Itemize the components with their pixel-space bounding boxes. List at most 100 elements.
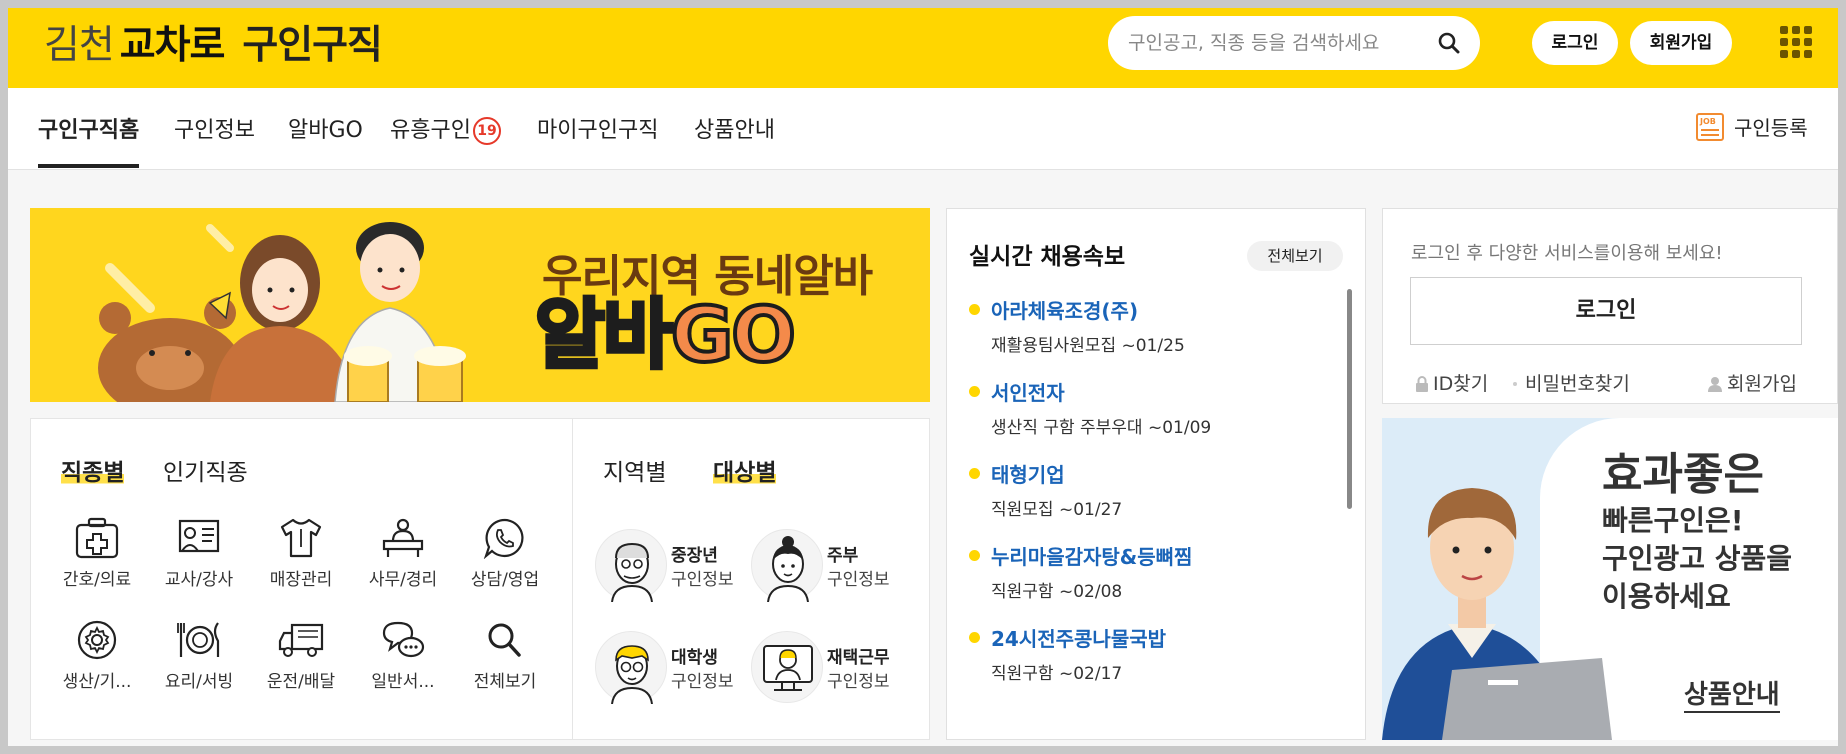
realtime-scrollbar[interactable] [1347,289,1352,509]
company-name[interactable]: 누리마을감자탕&등뼈찜 [991,541,1192,570]
category-consulting-sales[interactable]: 상담/영업 [455,517,555,590]
nav-item-products[interactable]: 상품안내 [694,112,775,164]
job-icon-text: JOB [1700,117,1716,126]
category-label: 매장관리 [269,570,333,590]
job-summary: 직원모집 ~01/27 [991,500,1123,520]
find-password-link[interactable]: 비밀번호찾기 [1513,369,1630,396]
target-housewife[interactable]: 주부 구인정보 [751,529,901,603]
job-summary: 직원구함 ~02/08 [991,582,1123,602]
albago-banner[interactable]: 우리지역 동네알바 알바GO [30,208,930,402]
product-ad-banner[interactable]: 효과좋은 빠른구인은! 구인광고 상품을 이용하세요 상품안내 [1382,418,1838,740]
office-desk-icon [382,518,424,557]
lock-icon [1416,376,1428,392]
tab-region[interactable]: 지역별 [603,453,666,487]
realtime-title: 실시간 채용속보 [969,244,1126,270]
target-title: 주부 [827,546,859,566]
gear-icon [77,620,117,660]
phone-chat-icon [483,518,524,559]
ad-line-3: 구인광고 상품을 [1602,542,1793,575]
realtime-view-all-button[interactable]: 전체보기 [1247,241,1343,271]
nav-item-label: 구인구직홈 [38,118,140,143]
target-title: 중장년 [671,546,718,566]
ad-line-4: 이용하세요 [1602,580,1731,613]
join-label: 회원가입 [1727,373,1797,395]
target-middle-aged[interactable]: 중장년 구인정보 [595,529,745,603]
site-logo[interactable]: 김천 교차로 구인구직 [44,23,383,68]
header-login-button[interactable]: 로그인 [1532,21,1618,65]
ad-products-link[interactable]: 상품안내 [1684,674,1780,713]
nav-item-jobs[interactable]: 구인정보 [174,112,255,164]
nav-item-label: 마이구인구직 [537,118,659,143]
bullet-dot [969,550,980,561]
logo-service: 구인구직 [242,23,383,68]
company-name[interactable]: 아라체육조경(주) [991,295,1138,324]
search-input[interactable] [1128,28,1428,58]
category-label: 전체보기 [473,672,537,692]
target-title: 재택근무 [827,648,890,668]
tab-job-type[interactable]: 직종별 [61,453,125,487]
search-icon [488,623,521,657]
category-label: 일반서... [371,672,435,692]
target-sub: 구인정보 [827,672,890,692]
nav-item-my-page[interactable]: 마이구인구직 [537,112,658,164]
target-sub: 구인정보 [671,672,734,692]
login-button[interactable]: 로그인 [1410,277,1802,345]
job-summary: 생산직 구함 주부우대 ~01/09 [991,418,1212,438]
age-19-badge: 19 [472,117,501,145]
category-office[interactable]: 사무/경리 [353,517,453,590]
search-icon[interactable] [1438,32,1460,54]
nav-item-albago[interactable]: 알바GO [288,112,363,164]
job-summary: 직원구함 ~02/17 [991,664,1123,684]
company-name[interactable]: 서인전자 [991,377,1065,406]
target-college-student[interactable]: 대학생 구인정보 [595,631,745,705]
category-cooking-serving[interactable]: 요리/서빙 [149,619,249,692]
target-sub: 구인정보 [671,570,734,590]
login-panel: 로그인 후 다양한 서비스를이용해 보세요! 로그인 ID찾기 비밀번호찾기 회… [1382,208,1838,404]
bullet-dot [969,632,980,643]
remote-work-avatar-icon [751,631,823,703]
app-grid-menu-icon[interactable] [1780,26,1812,58]
logo-city: 김천 [44,23,115,68]
find-id-label: ID찾기 [1433,373,1489,395]
job-post-icon: JOB [1696,113,1724,141]
login-message: 로그인 후 다양한 서비스를이용해 보세요! [1411,243,1723,264]
banner-illustration [98,222,466,402]
category-general-service[interactable]: 일반서... [353,619,453,692]
job-register-link[interactable]: JOB 구인등록 [1696,112,1808,141]
category-driving-delivery[interactable]: 운전/배달 [251,619,351,692]
category-label: 간호/의료 [62,570,132,590]
main-nav: 구인구직홈 구인정보 알바GO 유흥구인 19 마이구인구직 상품안내 JOB 구… [8,88,1838,170]
ad-line-2: 빠른구인은! [1602,504,1744,537]
category-panel: 직종별 인기직종 간호/의료 교사/강사 매장관리 사무/경리 상담/영업 생산… [30,418,930,740]
top-bar: 김천교차로 구인구직 로그인 회원가입 [8,8,1838,88]
nav-item-adult-jobs[interactable]: 유흥구인 19 [390,112,501,164]
tab-target[interactable]: 대상별 [713,453,777,487]
category-teacher[interactable]: 교사/강사 [149,517,249,590]
bullet-dot [969,468,980,479]
category-label: 운전/배달 [266,672,336,692]
tab-popular-jobs[interactable]: 인기직종 [163,453,248,487]
category-label: 요리/서빙 [164,672,234,692]
category-production[interactable]: 생산/기... [47,619,147,692]
user-icon [1708,377,1722,392]
category-label: 교사/강사 [164,570,234,590]
target-sub: 구인정보 [827,570,890,590]
category-nursing-medical[interactable]: 간호/의료 [47,517,147,590]
join-link[interactable]: 회원가입 [1707,369,1797,396]
category-store-management[interactable]: 매장관리 [251,517,351,590]
target-remote-work[interactable]: 재택근무 구인정보 [751,631,901,705]
ad-line-1: 효과좋은 [1602,449,1764,500]
category-view-all[interactable]: 전체보기 [455,619,555,692]
header-join-button[interactable]: 회원가입 [1630,21,1732,65]
teacher-board-icon [178,519,220,553]
company-name[interactable]: 태형기업 [991,459,1065,488]
realtime-jobs-panel: 실시간 채용속보 전체보기 아라체육조경(주) 재활용팀사원모집 ~01/25 … [946,208,1366,740]
find-password-label: 비밀번호찾기 [1525,373,1630,395]
shirt-icon [280,518,322,558]
housewife-avatar-icon [751,529,823,603]
company-name[interactable]: 24시전주콩나물국밥 [991,623,1166,652]
job-summary: 재활용팀사원모집 ~01/25 [991,336,1185,356]
nav-item-home[interactable]: 구인구직홈 [38,112,140,168]
bullet-dot [969,386,980,397]
find-id-link[interactable]: ID찾기 [1415,369,1488,396]
